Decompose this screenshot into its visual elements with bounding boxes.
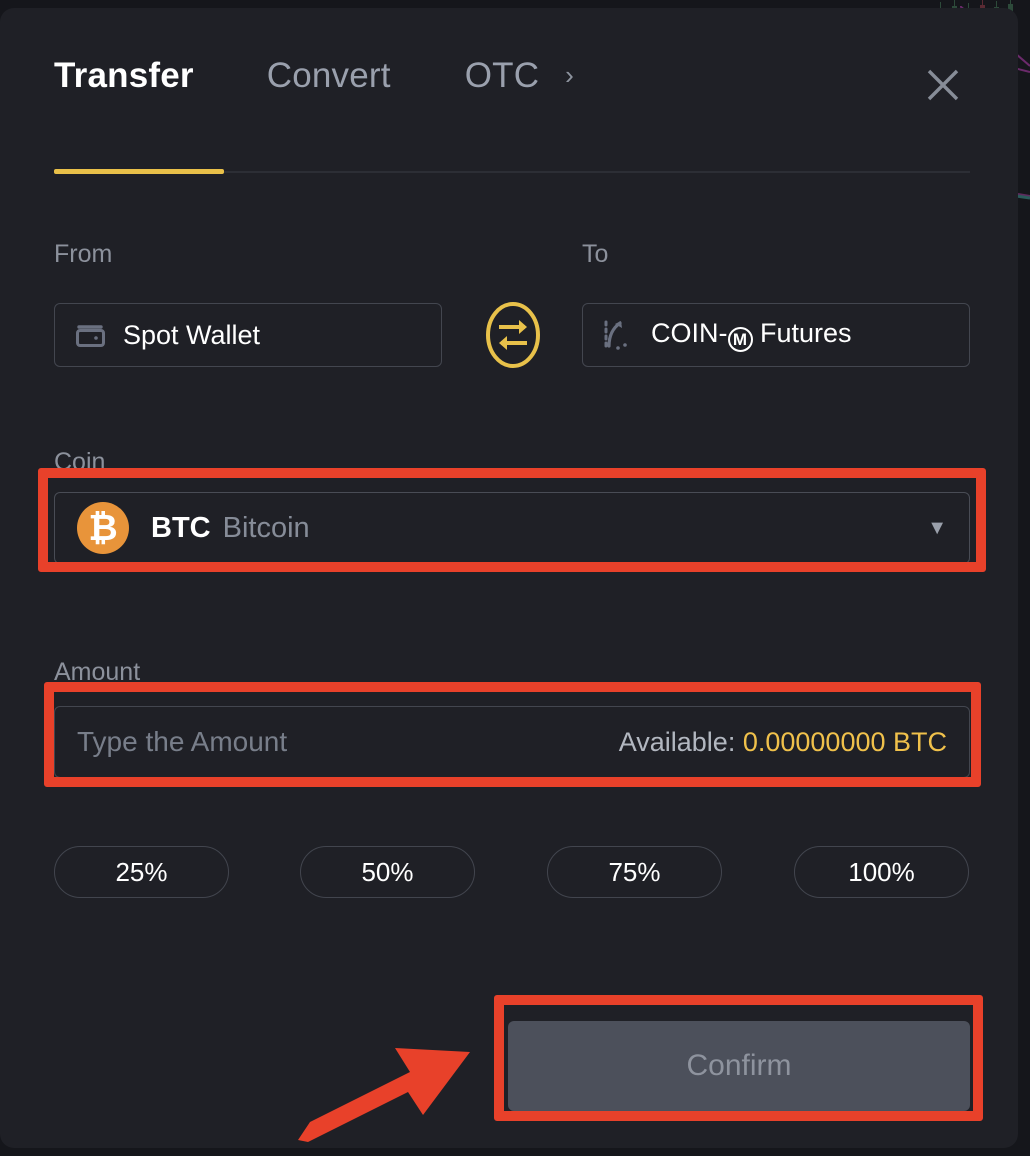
from-wallet-name: Spot Wallet — [123, 319, 261, 350]
tab-otc-label: OTC — [464, 56, 540, 95]
percent-button-75[interactable]: 75% — [547, 846, 722, 898]
amount-input[interactable] — [77, 726, 619, 758]
amount-input-row[interactable]: Available: 0.00000000 BTC — [54, 706, 970, 778]
coin-margined-badge: M — [727, 327, 753, 352]
swap-arrows-icon[interactable] — [485, 300, 541, 370]
from-wallet-selector[interactable]: Spot Wallet — [54, 303, 442, 367]
bitcoin-logo-icon: ₿ — [77, 502, 129, 554]
tab-otc[interactable]: OTC › — [465, 56, 574, 96]
coin-label: Coin — [54, 448, 106, 476]
screen-root: Transfer Convert OTC › From To Spot Wall… — [0, 0, 1030, 1156]
close-icon[interactable] — [924, 66, 962, 104]
to-wallet-name: COIN- M Futures — [651, 318, 852, 352]
to-wallet-suffix: Futures — [752, 318, 852, 348]
percent-button-50[interactable]: 50% — [300, 846, 475, 898]
chevron-right-icon: › — [565, 60, 574, 90]
caret-down-icon: ▼ — [927, 516, 947, 539]
coin-name: Bitcoin — [222, 511, 310, 544]
percent-button-25[interactable]: 25% — [54, 846, 229, 898]
futures-arrow-icon — [604, 320, 627, 350]
confirm-button[interactable]: Confirm — [508, 1021, 970, 1111]
coin-selector[interactable]: ₿ BTC Bitcoin ▼ — [54, 492, 970, 564]
available-balance: Available: 0.00000000 BTC — [619, 727, 947, 758]
tab-convert[interactable]: Convert — [267, 56, 391, 96]
wallet-icon — [76, 325, 105, 347]
coin-symbol: BTC — [151, 511, 211, 544]
amount-label: Amount — [54, 658, 141, 686]
from-label: From — [54, 240, 113, 268]
percent-button-100[interactable]: 100% — [794, 846, 969, 898]
to-wallet-prefix: COIN- — [651, 318, 728, 348]
to-wallet-selector[interactable]: COIN- M Futures — [582, 303, 970, 367]
available-label: Available: — [618, 726, 736, 757]
active-tab-underline — [54, 169, 224, 174]
tab-transfer[interactable]: Transfer — [54, 56, 194, 96]
available-value: 0.00000000 BTC — [742, 726, 947, 757]
modal-tab-bar: Transfer Convert OTC › — [54, 56, 574, 96]
to-label: To — [582, 240, 609, 268]
transfer-modal: Transfer Convert OTC › From To Spot Wall… — [0, 8, 1018, 1148]
